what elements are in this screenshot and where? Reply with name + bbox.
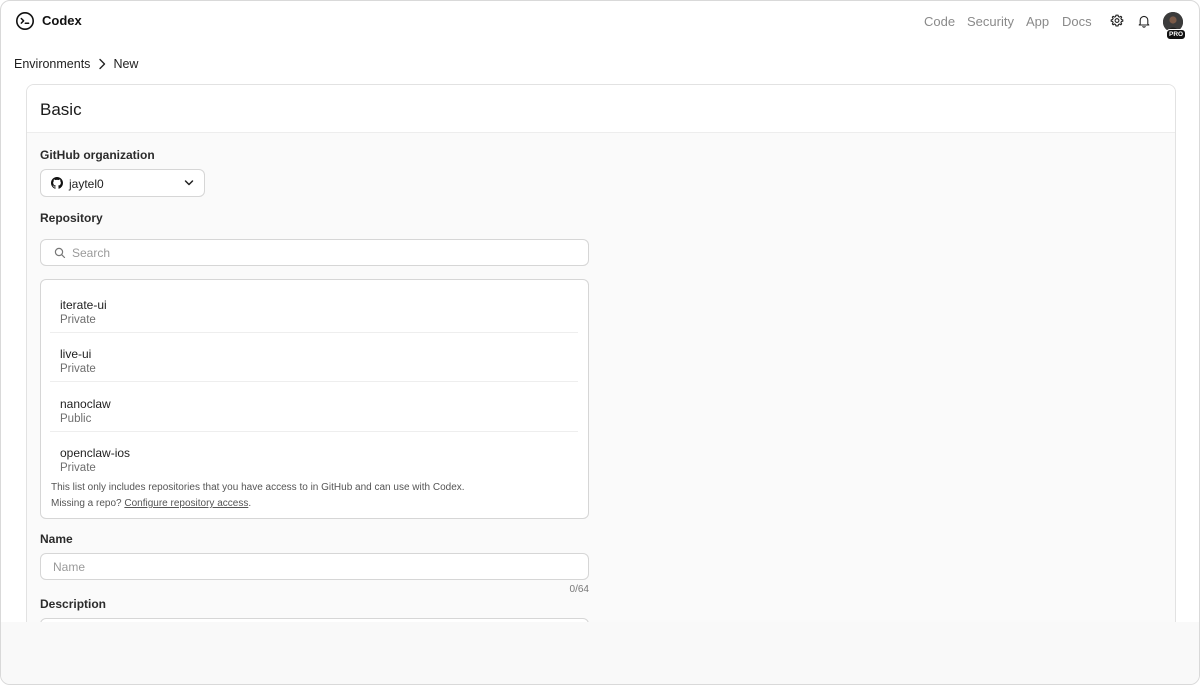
top-bar: Codex Code Security App Docs PRO	[1, 1, 1199, 43]
repository-name: nanoclaw	[60, 397, 111, 411]
gear-icon[interactable]	[1110, 14, 1124, 28]
bell-icon[interactable]	[1137, 14, 1151, 28]
repository-search-box	[40, 239, 589, 266]
repository-label: Repository	[40, 211, 103, 225]
missing-repo-period: .	[248, 498, 252, 509]
repository-visibility: Private	[60, 314, 96, 326]
basic-settings-card: Basic GitHub organization jaytel0 Reposi…	[26, 84, 1176, 684]
github-organization-value: jaytel0	[69, 177, 104, 191]
repository-visibility: Private	[60, 462, 96, 474]
bottom-strip	[1, 622, 1199, 684]
missing-repo-note: Missing a repo? Configure repository acc…	[51, 498, 251, 509]
repository-item-live-ui[interactable]: live-ui Private	[50, 334, 578, 382]
name-character-counter: 0/64	[569, 584, 589, 595]
description-label: Description	[40, 597, 107, 611]
nav-docs[interactable]: Docs	[1062, 14, 1092, 29]
github-organization-select[interactable]: jaytel0	[40, 169, 205, 197]
breadcrumb-environments[interactable]: Environments	[14, 57, 90, 71]
breadcrumb-current: New	[113, 57, 139, 71]
repository-visibility: Private	[60, 363, 96, 375]
github-organization-label: GitHub organization	[40, 148, 155, 162]
repository-list-note: This list only includes repositories tha…	[51, 482, 465, 493]
nav-app[interactable]: App	[1026, 14, 1049, 29]
repository-name: openclaw-ios	[60, 446, 131, 460]
card-title: Basic	[40, 100, 82, 119]
breadcrumb: Environments New	[14, 56, 138, 72]
missing-repo-text: Missing a repo?	[51, 498, 125, 509]
chevron-right-icon	[99, 58, 106, 70]
search-icon	[54, 247, 66, 259]
repository-visibility: Public	[60, 413, 92, 425]
name-input[interactable]	[53, 558, 573, 576]
repository-list: iterate-ui Private live-ui Private nanoc…	[40, 279, 589, 519]
pro-badge: PRO	[1166, 29, 1187, 40]
repository-item-iterate-ui[interactable]: iterate-ui Private	[50, 285, 578, 333]
repository-name: iterate-ui	[60, 298, 107, 312]
card-header: Basic	[27, 85, 1175, 133]
repository-search-input[interactable]	[72, 244, 572, 262]
configure-repository-access-link[interactable]: Configure repository access	[124, 498, 248, 509]
name-field-box	[40, 553, 589, 580]
brand-name: Codex	[42, 13, 82, 28]
name-label: Name	[40, 532, 73, 546]
github-icon	[51, 177, 63, 189]
nav-security[interactable]: Security	[967, 14, 1014, 29]
nav-code[interactable]: Code	[924, 14, 955, 29]
app-window: Codex Code Security App Docs PRO Environ…	[0, 0, 1200, 685]
repository-item-openclaw-ios[interactable]: openclaw-ios Private	[50, 433, 578, 481]
chevron-down-icon	[184, 180, 194, 186]
repository-item-nanoclaw[interactable]: nanoclaw Public	[50, 384, 578, 432]
codex-logo-icon[interactable]	[15, 11, 35, 31]
repository-name: live-ui	[60, 347, 92, 361]
